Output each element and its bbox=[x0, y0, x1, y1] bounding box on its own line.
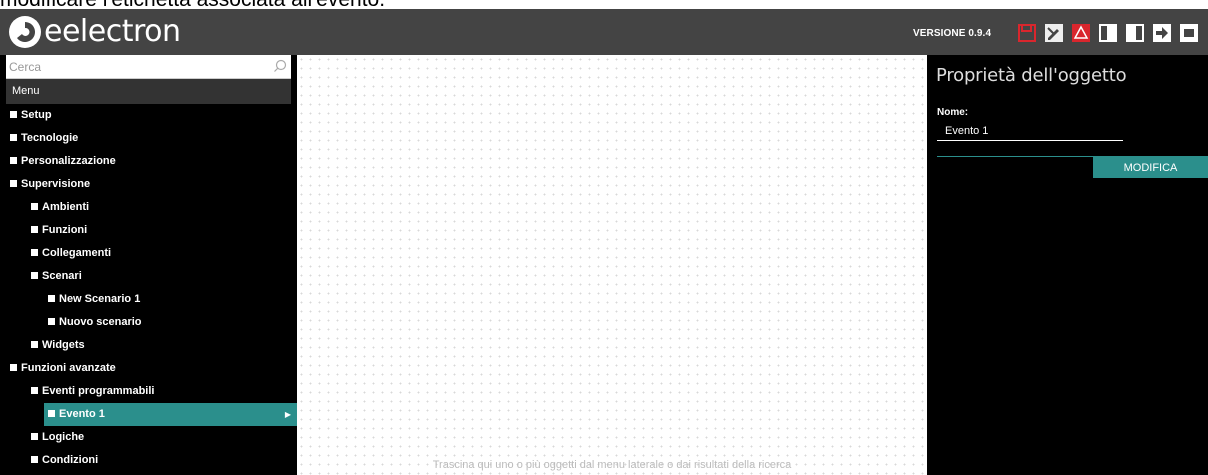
menu-tree: Setup Tecnologie Personalizzazione Supervis… bbox=[0, 104, 297, 472]
square-bullet-icon bbox=[48, 410, 55, 417]
menu-header: Menu bbox=[6, 79, 291, 104]
sidebar-item[interactable]: Supervisione bbox=[0, 173, 297, 196]
search-icon[interactable] bbox=[273, 59, 287, 78]
sidebar-item-label: Widgets bbox=[42, 339, 85, 351]
square-bullet-icon bbox=[10, 364, 17, 371]
square-bullet-icon bbox=[31, 456, 38, 463]
square-bullet-icon bbox=[31, 203, 38, 210]
sidebar-item-label: New Scenario 1 bbox=[59, 293, 141, 305]
sidebar-item[interactable]: Condizioni bbox=[0, 449, 297, 472]
sidebar-item[interactable]: Widgets bbox=[0, 334, 297, 357]
sidebar-item-label: Tecnologie bbox=[21, 132, 79, 144]
version-label: VERSIONE 0.9.4 bbox=[913, 28, 992, 39]
logo-text: eelectron bbox=[44, 14, 181, 49]
properties-title: Proprietà dell'oggetto bbox=[936, 65, 1127, 86]
sidebar-item-label: Scenari bbox=[42, 270, 82, 282]
more-icon[interactable] bbox=[1178, 22, 1199, 43]
square-bullet-icon bbox=[10, 157, 17, 164]
sidebar-item[interactable]: New Scenario 1 bbox=[0, 288, 297, 311]
sidebar-item[interactable]: Evento 1 ▶ bbox=[44, 403, 297, 426]
square-bullet-icon bbox=[31, 249, 38, 256]
right-panel-icon[interactable] bbox=[1124, 22, 1145, 43]
document-caption: modificare l'etichetta associata all'eve… bbox=[0, 0, 1208, 9]
sidebar: Menu Setup Tecnologie Personalizzazione Sup… bbox=[0, 55, 297, 475]
sidebar-item[interactable]: Funzioni bbox=[0, 219, 297, 242]
eelectron-logo: eelectron bbox=[8, 15, 181, 49]
square-bullet-icon bbox=[10, 134, 17, 141]
square-bullet-icon bbox=[48, 318, 55, 325]
sidebar-item-label: Ambienti bbox=[42, 201, 90, 213]
toolbar bbox=[1016, 22, 1199, 43]
modify-button[interactable]: MODIFICA bbox=[1093, 157, 1208, 178]
sidebar-item[interactable]: Setup bbox=[0, 104, 297, 127]
sidebar-item-label: Nuovo scenario bbox=[59, 316, 142, 328]
square-bullet-icon bbox=[31, 272, 38, 279]
sidebar-item[interactable]: Personalizzazione bbox=[0, 150, 297, 173]
square-bullet-icon bbox=[31, 433, 38, 440]
edit-icon[interactable] bbox=[1043, 22, 1064, 43]
warning-icon[interactable] bbox=[1070, 22, 1091, 43]
sidebar-item-label: Setup bbox=[21, 109, 52, 121]
logo-mark-icon bbox=[8, 15, 42, 49]
export-icon[interactable] bbox=[1151, 22, 1172, 43]
square-bullet-icon bbox=[10, 180, 17, 187]
properties-panel: Proprietà dell'oggetto Nome: MODIFICA bbox=[927, 55, 1208, 475]
sidebar-item[interactable]: Eventi programmabili bbox=[0, 380, 297, 403]
sidebar-item[interactable]: Tecnologie bbox=[0, 127, 297, 150]
search-box bbox=[6, 55, 291, 79]
sidebar-item-label: Personalizzazione bbox=[21, 155, 116, 167]
sidebar-item-label: Supervisione bbox=[21, 178, 91, 190]
sidebar-item-label: Condizioni bbox=[42, 454, 99, 466]
sidebar-item[interactable]: Logiche bbox=[0, 426, 297, 449]
sidebar-item-label: Collegamenti bbox=[42, 247, 112, 259]
drop-hint: Trascina qui uno o più oggetti dal menu … bbox=[432, 459, 792, 471]
sidebar-item-label: Funzioni bbox=[42, 224, 88, 236]
name-label: Nome: bbox=[937, 107, 969, 118]
name-field[interactable] bbox=[937, 121, 1123, 141]
square-bullet-icon bbox=[31, 341, 38, 348]
sidebar-item-label: Eventi programmabili bbox=[42, 385, 155, 397]
sidebar-item[interactable]: Ambienti bbox=[0, 196, 297, 219]
search-input[interactable] bbox=[6, 55, 291, 79]
sidebar-item[interactable]: Nuovo scenario bbox=[0, 311, 297, 334]
sidebar-item[interactable]: Funzioni avanzate bbox=[0, 357, 297, 380]
sidebar-item-label: Evento 1 bbox=[59, 408, 105, 420]
square-bullet-icon bbox=[10, 111, 17, 118]
sidebar-item[interactable]: Scenari bbox=[0, 265, 297, 288]
left-panel-icon[interactable] bbox=[1097, 22, 1118, 43]
top-bar: eelectron VERSIONE 0.9.4 bbox=[0, 9, 1208, 55]
sidebar-item-label: Logiche bbox=[42, 431, 85, 443]
square-bullet-icon bbox=[48, 295, 55, 302]
square-bullet-icon bbox=[31, 387, 38, 394]
caret-right-icon: ▶ bbox=[284, 410, 291, 419]
sidebar-item[interactable]: Collegamenti bbox=[0, 242, 297, 265]
save-icon[interactable] bbox=[1016, 22, 1037, 43]
sidebar-item-label: Funzioni avanzate bbox=[21, 362, 116, 374]
workspace-canvas[interactable]: Trascina qui uno o più oggetti dal menu … bbox=[297, 55, 927, 475]
square-bullet-icon bbox=[31, 226, 38, 233]
